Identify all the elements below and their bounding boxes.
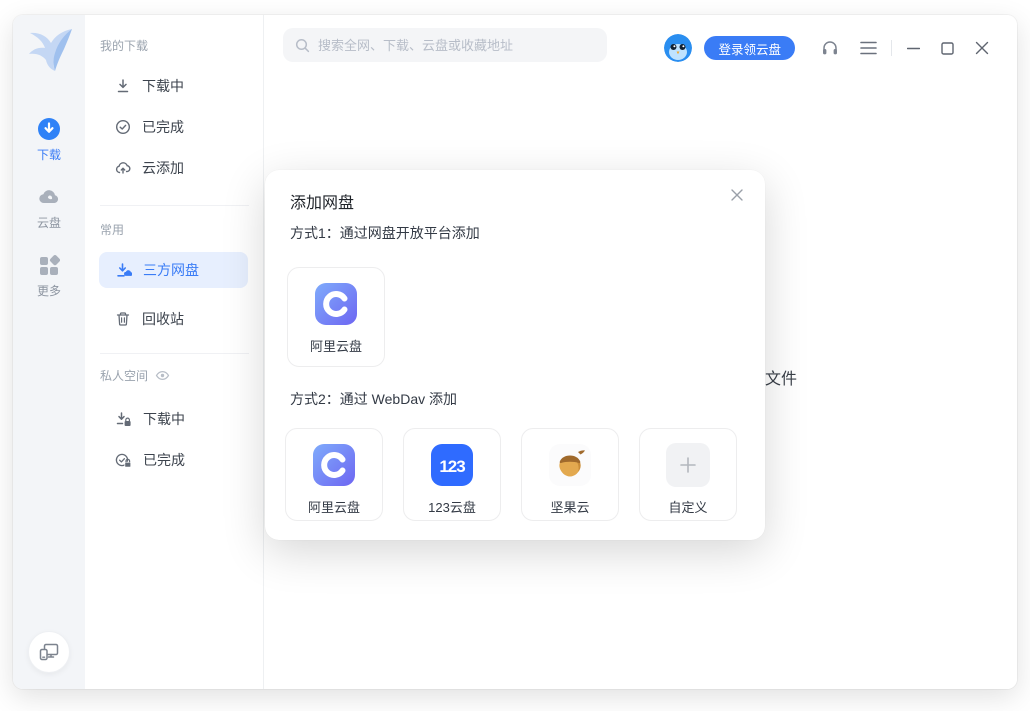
bird-avatar-icon: [664, 34, 692, 62]
download-icon: [115, 78, 131, 94]
aliyun-drive-icon: [314, 282, 358, 326]
sidebar-item-private-downloading[interactable]: 下载中: [99, 401, 248, 437]
sidebar-section-common: 常用: [100, 221, 124, 238]
app-window: 下载 云盘 更多: [13, 15, 1017, 689]
rail-item-cloud[interactable]: 云盘: [13, 185, 85, 231]
remote-device-button[interactable]: [28, 631, 70, 673]
avatar[interactable]: [664, 34, 692, 62]
check-lock-icon: [115, 452, 132, 469]
download-lock-icon: [115, 411, 132, 428]
drive-card-label: 阿里云盘: [308, 497, 360, 516]
drive-card-aliyun-open[interactable]: 阿里云盘: [287, 267, 385, 367]
check-circle-icon: [115, 119, 131, 135]
sidebar-item-label: 已完成: [142, 117, 184, 137]
close-window-button[interactable]: [975, 41, 989, 55]
aliyun-drive-icon: [312, 443, 356, 487]
drive-card-nutstore[interactable]: 坚果云: [521, 428, 619, 521]
support-headset-icon[interactable]: [821, 39, 839, 57]
sidebar-item-label: 下载中: [143, 409, 185, 429]
drive-card-label: 123云盘: [428, 497, 476, 516]
main-menu-icon[interactable]: [860, 41, 877, 55]
download-circle-icon: [37, 117, 61, 141]
rail-item-more[interactable]: 更多: [13, 255, 85, 299]
drive-card-label: 坚果云: [550, 497, 589, 516]
rail-item-label: 云盘: [37, 214, 61, 231]
rail-item-label: 下载: [37, 146, 61, 163]
rail-item-label: 更多: [37, 282, 61, 299]
custom-plus-icon: [666, 443, 710, 487]
modal-title: 添加网盘: [290, 189, 354, 213]
sidebar-item-downloading[interactable]: 下载中: [99, 68, 248, 104]
eye-icon[interactable]: [155, 368, 170, 383]
phone-monitor-icon: [38, 641, 60, 663]
sidebar-item-label: 已完成: [143, 450, 185, 470]
maximize-button[interactable]: [941, 42, 954, 55]
more-grid-icon: [38, 255, 60, 277]
app-logo-icon: [26, 27, 74, 71]
sidebar-section-private-space: 私人空间: [100, 367, 170, 384]
drive-card-custom[interactable]: 自定义: [639, 428, 737, 521]
drive-card-label: 自定义: [668, 497, 707, 516]
cloud-upload-icon: [115, 160, 131, 176]
method1-label: 方式1：通过网盘开放平台添加: [290, 223, 480, 243]
sidebar-item-recycle-bin[interactable]: 回收站: [99, 301, 248, 337]
login-get-cloud-button[interactable]: 登录领云盘: [704, 36, 795, 60]
left-rail: 下载 云盘 更多: [13, 15, 85, 689]
sidebar-item-label: 云添加: [142, 158, 184, 178]
search-input[interactable]: [318, 38, 595, 53]
minimize-button[interactable]: [907, 42, 920, 55]
sidebar-item-completed[interactable]: 已完成: [99, 109, 248, 145]
drive-download-icon: [115, 262, 132, 279]
search-icon: [295, 38, 310, 53]
drive-card-aliyun-webdav[interactable]: 阿里云盘: [285, 428, 383, 521]
method2-label: 方式2：通过 WebDav 添加: [290, 389, 457, 409]
sidebar-item-label: 下载中: [142, 76, 184, 96]
close-icon: [730, 188, 744, 202]
topbar-separator: [891, 40, 892, 56]
background-text-fragment: 文件: [765, 365, 797, 389]
123pan-icon: 123: [430, 443, 474, 487]
nutstore-acorn-icon: [548, 443, 592, 487]
sidebar-divider: [100, 353, 249, 354]
sidebar-item-cloud-add[interactable]: 云添加: [99, 150, 248, 186]
drive-card-123pan[interactable]: 123 123云盘: [403, 428, 501, 521]
trash-icon: [115, 311, 131, 327]
add-drive-modal: 添加网盘 方式1：通过网盘开放平台添加 阿里云盘 方式2：通过 WebDav 添…: [265, 170, 765, 540]
drive-card-label: 阿里云盘: [310, 336, 362, 355]
sidebar-divider: [100, 205, 249, 206]
sidebar-section-my-downloads: 我的下载: [100, 37, 148, 54]
sidebar-item-label: 三方网盘: [143, 260, 199, 280]
modal-close-button[interactable]: [728, 186, 746, 204]
cloud-icon: [37, 185, 61, 209]
sidebar-item-label: 回收站: [142, 309, 184, 329]
sidebar-item-private-completed[interactable]: 已完成: [99, 442, 248, 478]
rail-item-download[interactable]: 下载: [13, 117, 85, 163]
search-bar[interactable]: [283, 28, 607, 62]
topbar-right-cluster: 登录领云盘: [664, 34, 989, 62]
sidebar-item-third-party-drives[interactable]: 三方网盘: [99, 252, 248, 288]
svg-text:123: 123: [439, 457, 465, 476]
sidebar: 我的下载 下载中 已完成 云添加 常用: [85, 15, 264, 689]
